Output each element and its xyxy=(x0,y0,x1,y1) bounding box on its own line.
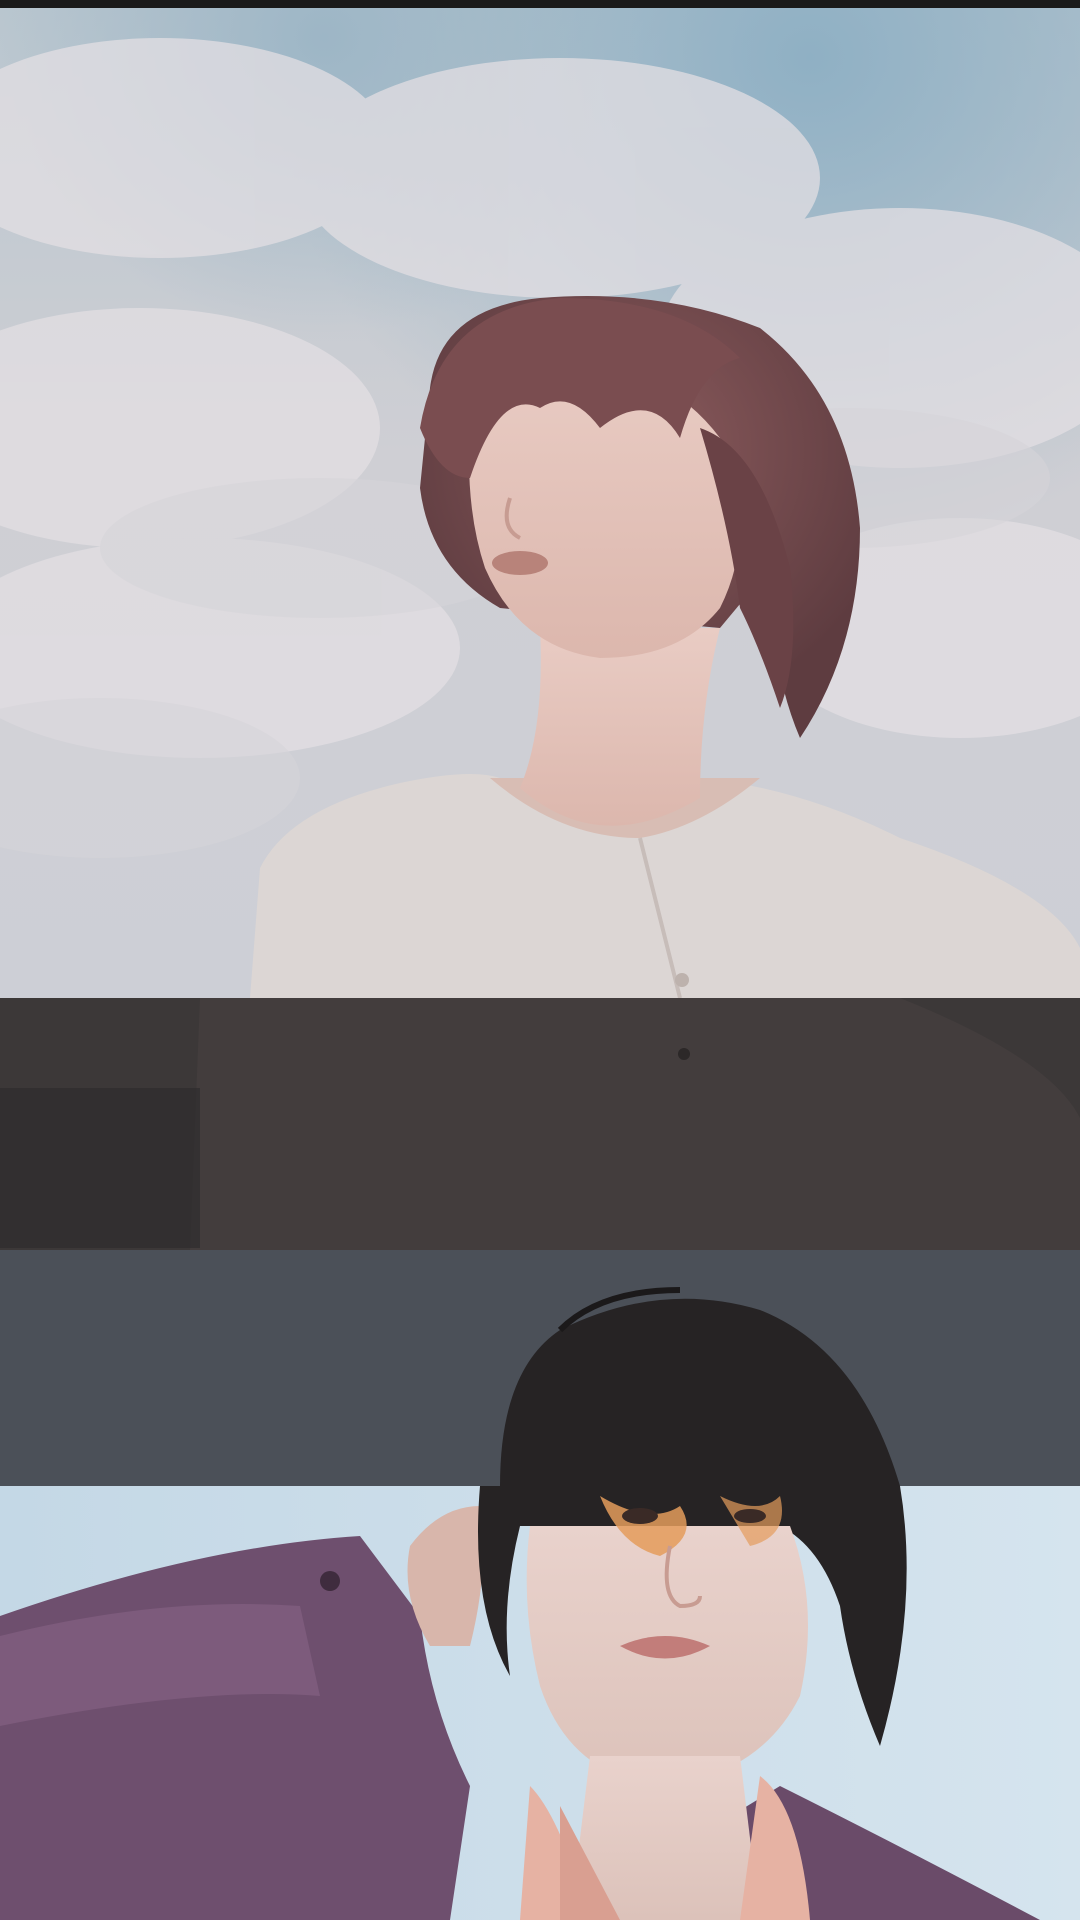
dark-band-overlay xyxy=(0,998,1080,1250)
slate-band-overlay xyxy=(0,1250,1080,1486)
sky-portrait-photo xyxy=(0,8,1080,998)
studio-portrait-photo xyxy=(0,1486,1080,1920)
status-strip xyxy=(0,0,1080,8)
